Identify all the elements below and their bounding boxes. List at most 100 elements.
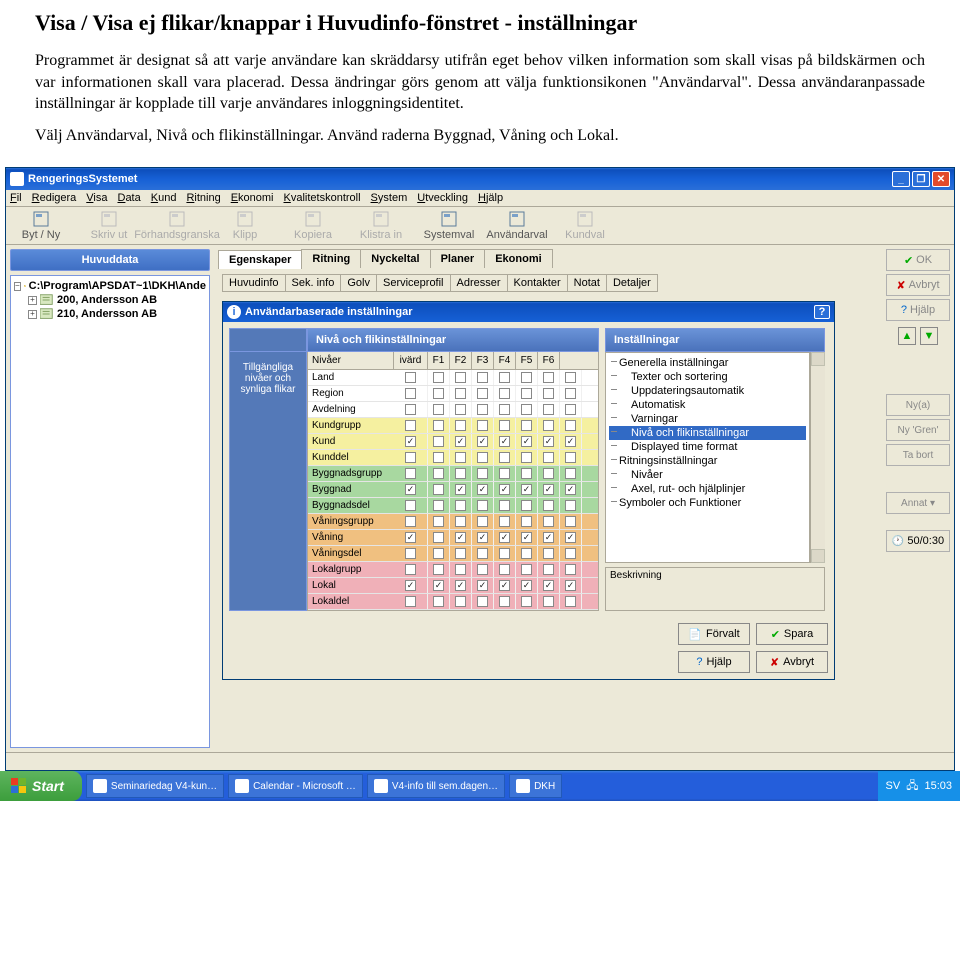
tray-lang[interactable]: SV	[886, 780, 901, 792]
checkbox[interactable]	[521, 516, 532, 527]
checkbox[interactable]	[405, 468, 416, 479]
checkbox[interactable]	[433, 548, 444, 559]
checkbox[interactable]	[477, 372, 488, 383]
checkbox[interactable]: ✓	[455, 532, 466, 543]
checkbox[interactable]: ✓	[521, 436, 532, 447]
checkbox[interactable]	[433, 388, 444, 399]
checkbox[interactable]: ✓	[499, 532, 510, 543]
checkbox[interactable]: ✓	[543, 580, 554, 591]
checkbox[interactable]	[433, 452, 444, 463]
checkbox[interactable]	[433, 484, 444, 495]
checkbox[interactable]	[565, 420, 576, 431]
menu-fil[interactable]: Fil	[10, 192, 22, 204]
minimize-button[interactable]: _	[892, 171, 910, 187]
subtab-golv[interactable]: Golv	[340, 274, 377, 292]
tree-item[interactable]: Uppdateringsautomatik	[609, 384, 806, 398]
checkbox[interactable]: ✓	[499, 484, 510, 495]
tree-item[interactable]: Texter och sortering	[609, 370, 806, 384]
tab-ritning[interactable]: Ritning	[301, 249, 361, 268]
checkbox[interactable]	[455, 500, 466, 511]
maximize-button[interactable]: ❐	[912, 171, 930, 187]
help-button[interactable]: ?	[814, 305, 830, 319]
checkbox[interactable]	[405, 548, 416, 559]
up-arrow-button[interactable]: ▲	[898, 327, 916, 345]
checkbox[interactable]	[433, 564, 444, 575]
checkbox[interactable]	[565, 564, 576, 575]
checkbox[interactable]: ✓	[405, 580, 416, 591]
menu-system[interactable]: System	[371, 192, 408, 204]
checkbox[interactable]: ✓	[477, 532, 488, 543]
menu-redigera[interactable]: Redigera	[32, 192, 77, 204]
checkbox[interactable]	[433, 596, 444, 607]
subtab-adresser[interactable]: Adresser	[450, 274, 508, 292]
checkbox[interactable]	[499, 420, 510, 431]
checkbox[interactable]	[565, 468, 576, 479]
checkbox[interactable]	[521, 596, 532, 607]
checkbox[interactable]	[477, 420, 488, 431]
checkbox[interactable]	[433, 516, 444, 527]
checkbox[interactable]	[405, 516, 416, 527]
side-help-button[interactable]: ?Hjälp	[886, 299, 950, 321]
tool-bytny[interactable]: Byt / Ny	[10, 210, 72, 241]
checkbox[interactable]	[499, 596, 510, 607]
checkbox[interactable]: ✓	[405, 436, 416, 447]
scroll-down-icon[interactable]	[811, 549, 825, 563]
checkbox[interactable]	[477, 564, 488, 575]
checkbox[interactable]: ✓	[565, 532, 576, 543]
checkbox[interactable]	[455, 548, 466, 559]
tree-collapse-icon[interactable]: −	[14, 282, 21, 291]
menu-data[interactable]: Data	[117, 192, 140, 204]
checkbox[interactable]	[565, 516, 576, 527]
subtab-notat[interactable]: Notat	[567, 274, 607, 292]
checkbox[interactable]: ✓	[477, 580, 488, 591]
menu-ritning[interactable]: Ritning	[186, 192, 220, 204]
system-tray[interactable]: SV 🖧 15:03	[878, 771, 960, 801]
checkbox[interactable]	[405, 388, 416, 399]
new-button[interactable]: Ny(a)	[886, 394, 950, 416]
checkbox[interactable]	[433, 420, 444, 431]
checkbox[interactable]	[521, 548, 532, 559]
checkbox[interactable]	[499, 548, 510, 559]
tree-item[interactable]: 200, Andersson AB	[57, 294, 157, 306]
dlg-cancel-button[interactable]: ✘Avbryt	[756, 651, 828, 673]
checkbox[interactable]	[543, 404, 554, 415]
checkbox[interactable]	[565, 388, 576, 399]
checkbox[interactable]: ✓	[521, 580, 532, 591]
checkbox[interactable]	[565, 404, 576, 415]
tree-item[interactable]: Nivåer	[609, 468, 806, 482]
checkbox[interactable]	[405, 452, 416, 463]
checkbox[interactable]: ✓	[543, 484, 554, 495]
scrollbar[interactable]	[810, 352, 825, 563]
checkbox[interactable]	[455, 468, 466, 479]
checkbox[interactable]: ✓	[521, 532, 532, 543]
checkbox[interactable]	[543, 516, 554, 527]
tree-item[interactable]: Varningar	[609, 412, 806, 426]
dlg-help-button[interactable]: ?Hjälp	[678, 651, 750, 673]
checkbox[interactable]: ✓	[499, 436, 510, 447]
default-button[interactable]: 📄Förvalt	[678, 623, 750, 645]
taskbar-item[interactable]: Seminariedag V4-kun…	[86, 774, 224, 798]
checkbox[interactable]	[433, 404, 444, 415]
settings-tree[interactable]: Generella inställningarTexter och sorter…	[605, 352, 810, 563]
checkbox[interactable]	[477, 596, 488, 607]
checkbox[interactable]	[521, 420, 532, 431]
delete-button[interactable]: Ta bort	[886, 444, 950, 466]
checkbox[interactable]	[455, 372, 466, 383]
checkbox[interactable]: ✓	[521, 484, 532, 495]
checkbox[interactable]: ✓	[405, 532, 416, 543]
checkbox[interactable]	[499, 564, 510, 575]
checkbox[interactable]: ✓	[543, 436, 554, 447]
checkbox[interactable]: ✓	[455, 580, 466, 591]
tray-net-icon[interactable]: 🖧	[906, 777, 918, 796]
checkbox[interactable]: ✓	[455, 484, 466, 495]
tree-item[interactable]: Displayed time format	[609, 440, 806, 454]
taskbar-item[interactable]: Calendar - Microsoft …	[228, 774, 363, 798]
checkbox[interactable]	[521, 564, 532, 575]
taskbar-item[interactable]: V4-info till sem.dagen…	[367, 774, 505, 798]
tree-view[interactable]: − C:\Program\APSDAT~1\DKH\Ande +200, And…	[10, 275, 210, 748]
checkbox[interactable]	[477, 548, 488, 559]
checkbox[interactable]	[499, 404, 510, 415]
checkbox[interactable]	[477, 516, 488, 527]
tree-item[interactable]: Symboler och Funktioner	[609, 496, 806, 510]
checkbox[interactable]	[405, 404, 416, 415]
